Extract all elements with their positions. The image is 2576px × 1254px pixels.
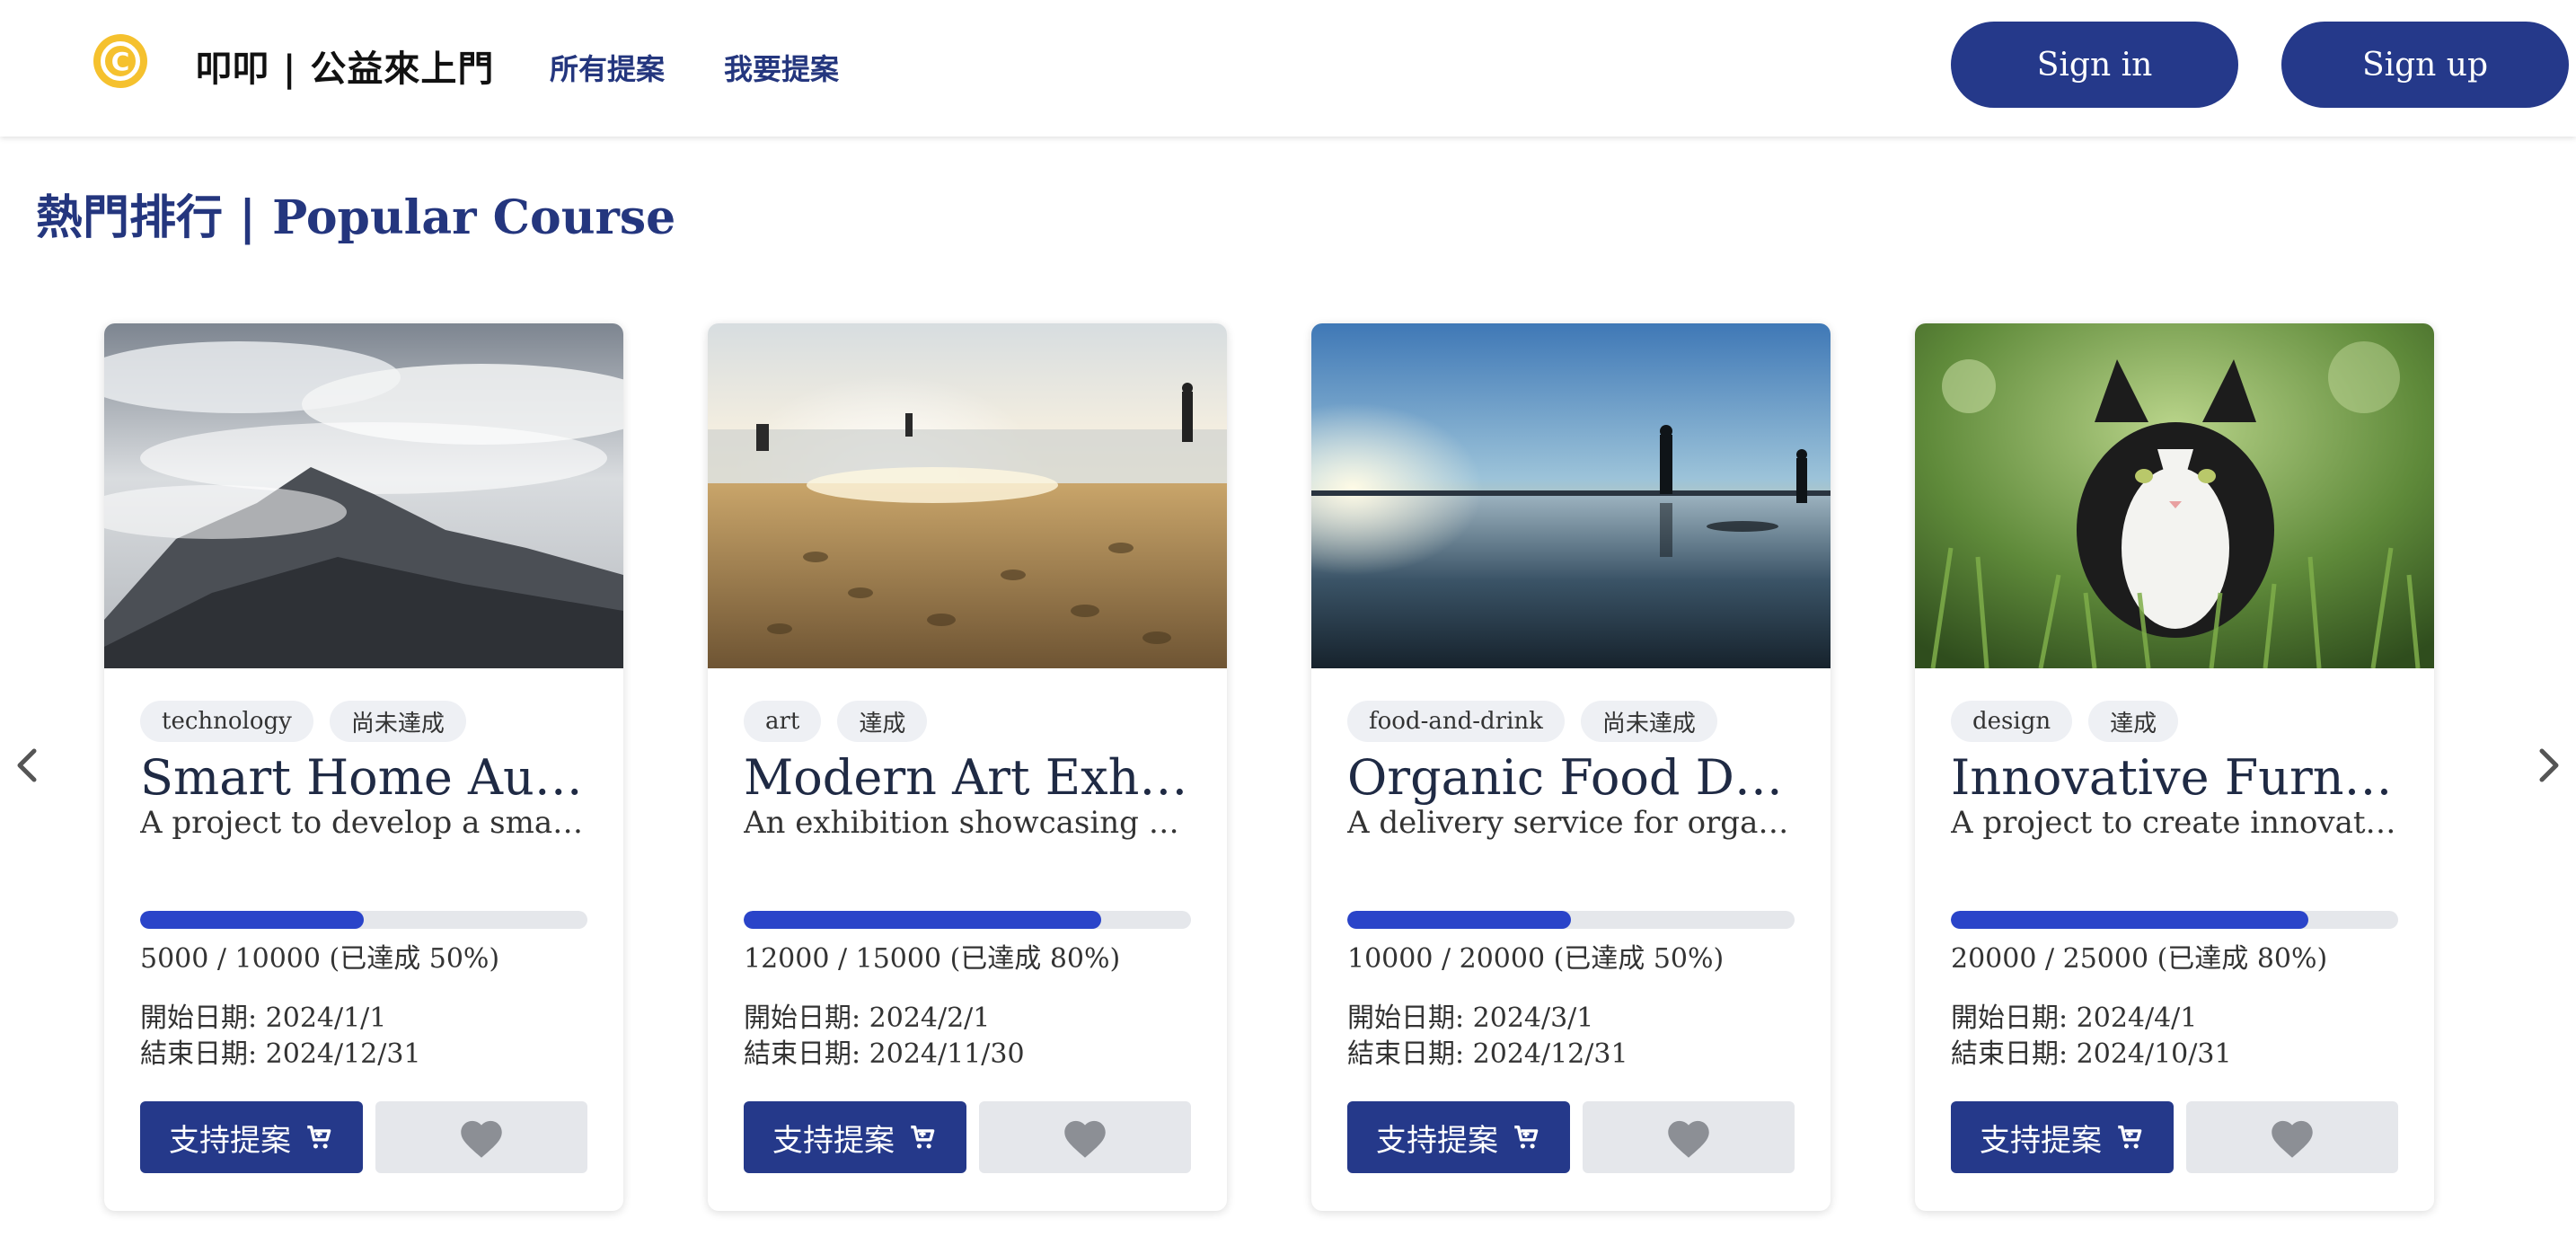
nav-all-proposals[interactable]: 所有提案 (550, 47, 665, 88)
category-tag[interactable]: design (1951, 701, 2073, 742)
heart-icon (1668, 1120, 1709, 1158)
cart-icon (911, 1125, 935, 1149)
heart-icon (2272, 1120, 2313, 1158)
card-description: An exhibition showcasing modern art (744, 805, 1191, 841)
brand-name[interactable]: 叩叩 | 公益來上門 (196, 40, 494, 92)
category-tag[interactable]: art (744, 701, 822, 742)
project-card[interactable]: art 達成 Modern Art Exhibition An exhibiti… (708, 323, 1227, 1211)
heart-icon (1064, 1120, 1106, 1158)
card-title[interactable]: Modern Art Exhibition (744, 749, 1191, 806)
beach-sunset-image[interactable] (708, 323, 1227, 668)
progress-text: 10000 / 20000 (已達成 50%) (1347, 943, 1725, 975)
favorite-button[interactable] (979, 1101, 1191, 1173)
progress-bar (1347, 911, 1795, 929)
chevron-left-icon[interactable] (9, 746, 45, 785)
support-proposal-button[interactable]: 支持提案 (140, 1101, 363, 1173)
status-tag: 達成 (837, 701, 928, 742)
start-date: 開始日期: 2024/4/1 (1951, 1002, 2198, 1034)
card-description: A delivery service for organic food (1347, 805, 1795, 841)
status-tag: 達成 (2088, 701, 2179, 742)
end-date: 結束日期: 2024/11/30 (744, 1038, 1025, 1070)
tag-list: art 達成 (744, 701, 928, 742)
support-label: 支持提案 (169, 1122, 291, 1159)
end-date: 結束日期: 2024/12/31 (1347, 1038, 1628, 1070)
nav-create-proposal[interactable]: 我要提案 (724, 47, 839, 88)
status-tag: 尚未達成 (1580, 701, 1717, 742)
card-title[interactable]: Innovative Furniture (1951, 749, 2398, 806)
support-label: 支持提案 (1980, 1122, 2102, 1159)
support-proposal-button[interactable]: 支持提案 (744, 1101, 966, 1173)
progress-fill (1347, 911, 1571, 929)
status-tag: 尚未達成 (329, 701, 466, 742)
top-navbar: C 叩叩 | 公益來上門 所有提案 我要提案 Sign in Sign up (0, 0, 2576, 137)
cart-icon (1514, 1125, 1539, 1149)
project-card[interactable]: technology 尚未達成 Smart Home Automation A … (104, 323, 623, 1211)
favorite-button[interactable] (375, 1101, 587, 1173)
cart-icon (307, 1125, 331, 1149)
card-title[interactable]: Smart Home Automation (140, 749, 587, 806)
progress-text: 5000 / 10000 (已達成 50%) (140, 943, 500, 975)
card-description: A project to create innovative furniture (1951, 805, 2398, 841)
copyright-coin-icon[interactable]: C (93, 34, 147, 88)
category-tag[interactable]: food-and-drink (1347, 701, 1565, 742)
progress-bar (140, 911, 587, 929)
card-description: A project to develop a smart home automa… (140, 805, 587, 841)
favorite-button[interactable] (1583, 1101, 1795, 1173)
end-date: 結束日期: 2024/12/31 (140, 1038, 421, 1070)
support-label: 支持提案 (1376, 1122, 1498, 1159)
progress-text: 20000 / 25000 (已達成 80%) (1951, 943, 2328, 975)
mountain-clouds-image[interactable] (104, 323, 623, 668)
sign-in-button[interactable]: Sign in (1951, 22, 2238, 108)
card-title[interactable]: Organic Food Delivery (1347, 749, 1795, 806)
sign-up-button[interactable]: Sign up (2281, 22, 2569, 108)
start-date: 開始日期: 2024/1/1 (140, 1002, 387, 1034)
progress-fill (1951, 911, 2309, 929)
progress-text: 12000 / 15000 (已達成 80%) (744, 943, 1121, 975)
category-tag[interactable]: technology (140, 701, 313, 742)
heart-icon (461, 1120, 502, 1158)
chevron-right-icon[interactable] (2531, 746, 2567, 785)
support-proposal-button[interactable]: 支持提案 (1347, 1101, 1570, 1173)
tag-list: food-and-drink 尚未達成 (1347, 701, 1717, 742)
section-title: 熱門排行 | Popular Course (36, 190, 676, 245)
cart-icon (2118, 1125, 2142, 1149)
support-label: 支持提案 (772, 1122, 895, 1159)
project-card[interactable]: design 達成 Innovative Furniture A project… (1915, 323, 2434, 1211)
tag-list: design 達成 (1951, 701, 2179, 742)
support-proposal-button[interactable]: 支持提案 (1951, 1101, 2174, 1173)
project-card[interactable]: food-and-drink 尚未達成 Organic Food Deliver… (1311, 323, 1831, 1211)
start-date: 開始日期: 2024/2/1 (744, 1002, 991, 1034)
progress-fill (140, 911, 364, 929)
progress-bar (1951, 911, 2398, 929)
tag-list: technology 尚未達成 (140, 701, 466, 742)
end-date: 結束日期: 2024/10/31 (1951, 1038, 2232, 1070)
logo-letter: C (101, 41, 140, 81)
cat-in-grass-image[interactable] (1915, 323, 2434, 668)
start-date: 開始日期: 2024/3/1 (1347, 1002, 1594, 1034)
favorite-button[interactable] (2186, 1101, 2398, 1173)
progress-bar (744, 911, 1191, 929)
progress-fill (744, 911, 1102, 929)
sea-sunset-image[interactable] (1311, 323, 1831, 668)
